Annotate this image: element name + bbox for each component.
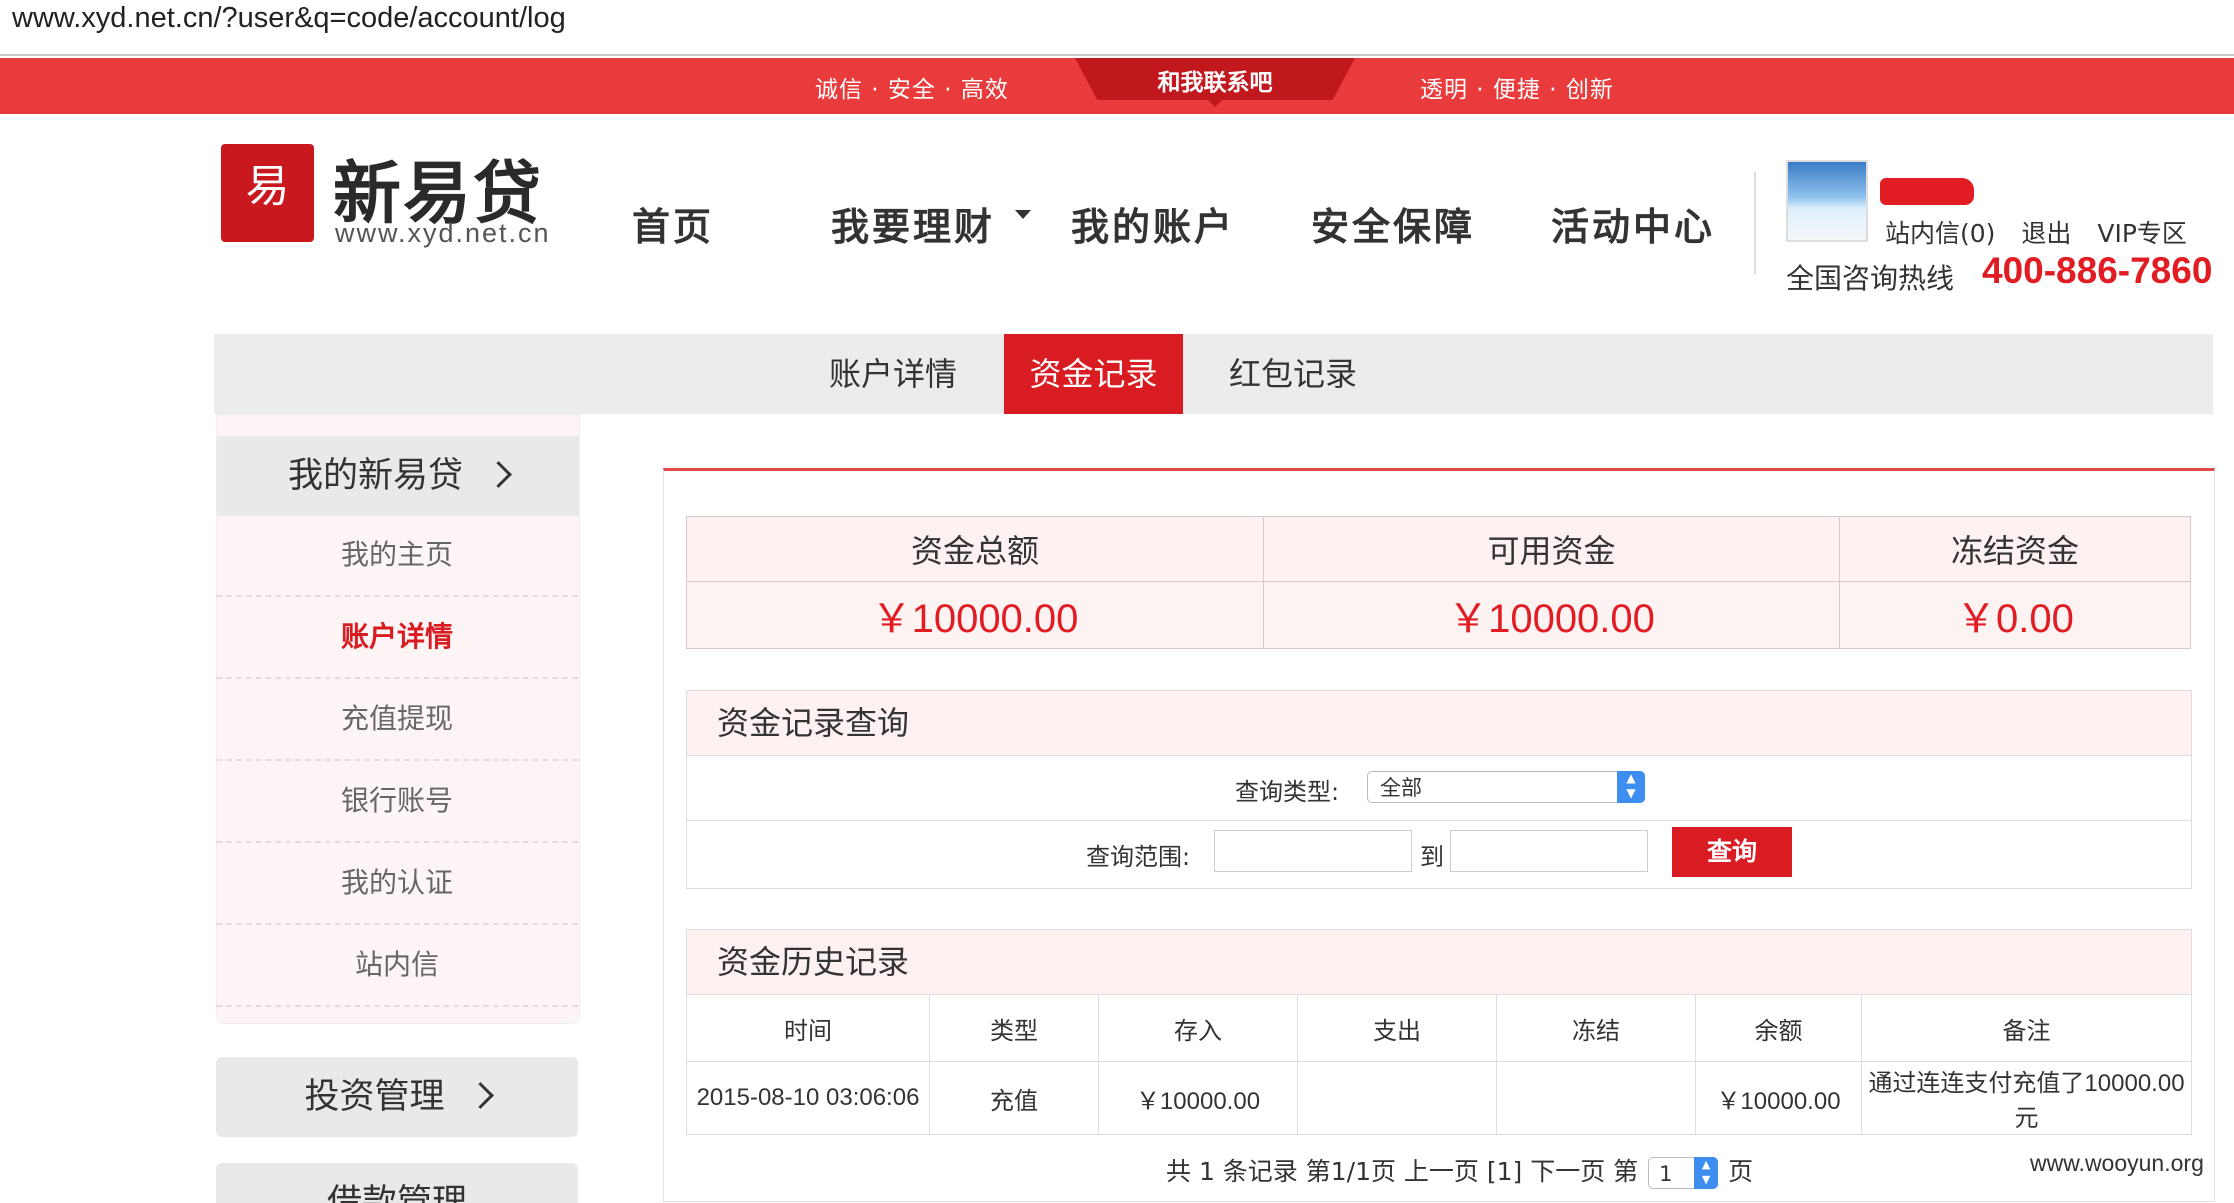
- range-to-label: 到: [1420, 843, 1444, 871]
- nav-invest[interactable]: 我要理财: [831, 196, 995, 251]
- contact-tab-pointer: [1208, 100, 1222, 107]
- summary-header-available: 可用资金: [1263, 516, 1840, 582]
- sidebar-item-account-details[interactable]: 账户详情: [216, 596, 578, 679]
- cell-deposit: ￥10000.00: [1098, 1061, 1298, 1135]
- cell-remark: 通过连连支付充值了10000.00元: [1861, 1061, 2192, 1135]
- history-header-row: 时间 类型 存入 支出 冻结 余额 备注: [686, 994, 2192, 1062]
- page-select-value: 1: [1659, 1162, 1673, 1186]
- select-arrows-icon: ▲ ▼: [1617, 771, 1645, 803]
- pagination: 共 1 条记录 第1/1页 上一页 [1] 下一页 第 1 ▲ ▼ 页: [1166, 1152, 1753, 1189]
- tab-fund-records[interactable]: 资金记录: [1004, 334, 1183, 414]
- col-balance: 余额: [1695, 994, 1862, 1062]
- sidebar-section-investment[interactable]: 投资管理: [216, 1057, 578, 1137]
- watermark: www.wooyun.org: [2030, 1150, 2204, 1176]
- url-text[interactable]: www.xyd.net.cn/?user&q=code/account/log: [12, 2, 566, 35]
- sidebar-item-recharge-withdraw[interactable]: 充值提现: [216, 678, 578, 761]
- user-links: 站内信(0) 退出 VIP专区: [1885, 214, 2205, 250]
- nav-my-account[interactable]: 我的账户: [1071, 196, 1235, 251]
- header-divider: [1754, 172, 1756, 274]
- cell-expense: [1297, 1061, 1497, 1135]
- history-section: 资金历史记录: [686, 929, 2192, 995]
- logo-seal-text: 易: [245, 161, 290, 212]
- query-button[interactable]: 查询: [1672, 827, 1792, 877]
- history-section-title: 资金历史记录: [687, 930, 2191, 995]
- col-type: 类型: [929, 994, 1099, 1062]
- username-redacted: [1880, 178, 1974, 205]
- slogan-right: 透明 · 便捷 · 创新: [1420, 77, 1614, 103]
- hotline-label: 全国咨询热线: [1786, 262, 1955, 295]
- avatar[interactable]: [1786, 160, 1868, 242]
- query-type-select[interactable]: 全部 ▲ ▼: [1367, 771, 1645, 803]
- col-time: 时间: [686, 994, 930, 1062]
- sidebar-item-home[interactable]: 我的主页: [216, 514, 578, 597]
- sidebar-section-loans[interactable]: 借款管理: [216, 1163, 578, 1203]
- sidebar-section-title: 我的新易贷: [287, 456, 463, 496]
- chevron-right-icon: [466, 1081, 494, 1109]
- summary-value-available: ￥10000.00: [1263, 581, 1840, 649]
- summary-value-total: ￥10000.00: [686, 581, 1264, 649]
- query-range-row: 查询范围: 到 查询: [687, 821, 2191, 885]
- select-arrows-icon: ▲ ▼: [1694, 1157, 1719, 1189]
- summary-header-total: 资金总额: [686, 516, 1264, 582]
- summary-value-frozen: ￥0.00: [1839, 581, 2191, 649]
- sidebar-section-title: 借款管理: [326, 1183, 467, 1203]
- chevron-down-icon[interactable]: [1015, 210, 1031, 219]
- cell-time: 2015-08-10 03:06:06: [686, 1061, 930, 1135]
- query-range-label: 查询范围:: [1086, 843, 1191, 871]
- range-start-input[interactable]: [1214, 830, 1412, 872]
- summary-header-frozen: 冻结资金: [1839, 516, 2191, 582]
- sidebar-section-title: 投资管理: [304, 1077, 445, 1117]
- col-expense: 支出: [1297, 994, 1497, 1062]
- query-type-value: 全部: [1380, 776, 1422, 800]
- nav-home[interactable]: 首页: [632, 196, 714, 251]
- tab-redpacket-records[interactable]: 红包记录: [1213, 334, 1373, 414]
- pagination-summary[interactable]: 共 1 条记录 第1/1页 上一页 [1] 下一页 第: [1166, 1157, 1638, 1186]
- cell-type: 充值: [929, 1061, 1099, 1135]
- inbox-link[interactable]: 站内信(0): [1885, 219, 1995, 248]
- nav-activity[interactable]: 活动中心: [1551, 196, 1715, 251]
- tab-account-details[interactable]: 账户详情: [813, 334, 973, 414]
- vip-link[interactable]: VIP专区: [2097, 219, 2187, 248]
- sidebar-item-bank-accounts[interactable]: 银行账号: [216, 760, 578, 843]
- range-end-input[interactable]: [1450, 830, 1648, 872]
- sidebar-section-my-xyd[interactable]: 我的新易贷: [217, 436, 579, 516]
- hotline-number: 400-886-7860: [1982, 250, 2213, 291]
- fund-summary-table: 资金总额 可用资金 冻结资金 ￥10000.00 ￥10000.00 ￥0.00: [686, 516, 2191, 649]
- query-section: 资金记录查询 查询类型: 全部 ▲ ▼ 查询范围: 到 查询: [686, 690, 2192, 889]
- col-remark: 备注: [1861, 994, 2192, 1062]
- sidebar-item-verification[interactable]: 我的认证: [216, 842, 578, 925]
- sidebar-item-messages[interactable]: 站内信: [216, 924, 578, 1007]
- nav-security[interactable]: 安全保障: [1311, 196, 1475, 251]
- contact-us-tab[interactable]: 和我联系吧: [1075, 63, 1355, 97]
- logo-url: www.xyd.net.cn: [335, 218, 551, 248]
- query-type-row: 查询类型: 全部 ▲ ▼: [687, 756, 2191, 821]
- query-section-title: 资金记录查询: [687, 691, 2191, 756]
- slogan-left: 诚信 · 安全 · 高效: [815, 77, 1009, 103]
- col-deposit: 存入: [1098, 994, 1298, 1062]
- pagination-suffix: 页: [1728, 1157, 1754, 1186]
- logout-link[interactable]: 退出: [2021, 219, 2071, 248]
- cell-frozen: [1496, 1061, 1696, 1135]
- chevron-right-icon: [485, 460, 512, 488]
- cell-balance: ￥10000.00: [1695, 1061, 1862, 1135]
- page-select[interactable]: 1 ▲ ▼: [1648, 1157, 1719, 1189]
- history-table: 时间 类型 存入 支出 冻结 余额 备注 2015-08-10 03:06:06…: [686, 994, 2192, 1135]
- query-type-label: 查询类型:: [1235, 778, 1340, 806]
- col-frozen: 冻结: [1496, 994, 1696, 1062]
- table-row: 2015-08-10 03:06:06 充值 ￥10000.00 ￥10000.…: [686, 1061, 2192, 1135]
